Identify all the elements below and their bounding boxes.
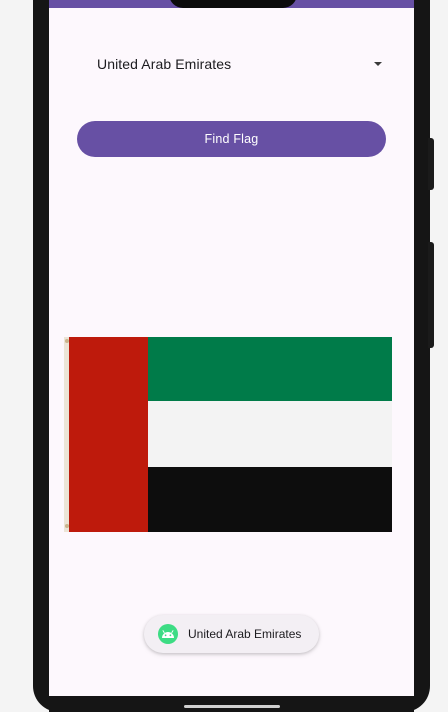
flag-grommet-bottom bbox=[65, 524, 69, 528]
flag-black-stripe bbox=[148, 467, 392, 532]
flag-white-stripe bbox=[148, 401, 392, 467]
flag-image bbox=[64, 337, 392, 532]
flag-green-stripe bbox=[148, 337, 392, 401]
android-icon bbox=[158, 624, 178, 644]
country-dropdown[interactable]: United Arab Emirates bbox=[89, 50, 390, 78]
toast-notification: United Arab Emirates bbox=[144, 615, 319, 653]
toast-text: United Arab Emirates bbox=[188, 627, 302, 641]
selected-country: United Arab Emirates bbox=[97, 56, 232, 72]
app-screen: United Arab Emirates Find Flag United Ar… bbox=[49, 0, 414, 696]
navigation-bar bbox=[49, 696, 414, 712]
chevron-down-icon[interactable] bbox=[374, 62, 382, 66]
find-flag-button[interactable]: Find Flag bbox=[77, 121, 386, 157]
home-indicator[interactable] bbox=[184, 705, 280, 708]
power-button bbox=[428, 242, 434, 348]
flag-grommet-top bbox=[65, 339, 69, 343]
flag-red-band bbox=[69, 337, 148, 532]
android-head-glyph bbox=[162, 630, 174, 638]
flag-hoist-edge bbox=[64, 337, 69, 532]
camera-notch bbox=[169, 0, 297, 8]
volume-button bbox=[428, 138, 434, 190]
